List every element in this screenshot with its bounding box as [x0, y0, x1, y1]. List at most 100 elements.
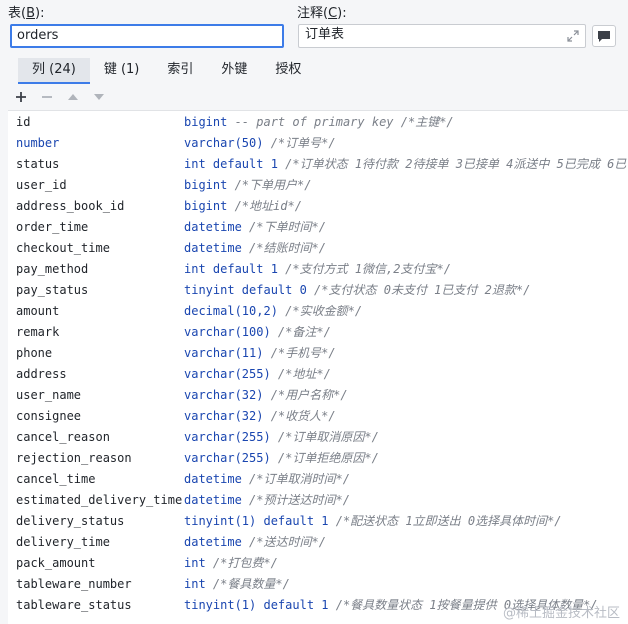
- column-comment: /*收货人*/: [263, 409, 336, 423]
- column-name: tableware_number: [16, 577, 132, 591]
- column-name: pack_amount: [16, 556, 96, 570]
- remove-icon: [42, 96, 52, 98]
- column-comment: /*订单取消时间*/: [241, 472, 350, 486]
- column-type: datetime: [184, 535, 242, 549]
- column-type: varchar(255): [184, 430, 271, 444]
- move-down-icon: [94, 94, 104, 100]
- column-type: bigint: [184, 178, 228, 192]
- column-comment: /*主键*/: [393, 115, 454, 129]
- column-type: tinyint(1) default 1: [184, 514, 329, 528]
- column-type: bigint: [184, 115, 228, 129]
- column-comment: /*支付方式 1微信,2支付宝*/: [277, 262, 451, 276]
- move-up-button[interactable]: [60, 86, 86, 108]
- table-name-value: orders: [17, 28, 59, 43]
- column-type: tinyint default 0: [184, 283, 307, 297]
- column-type: tinyint(1) default 1: [184, 598, 329, 612]
- column-comment: /*订单拒绝原因*/: [270, 451, 379, 465]
- column-definition: datetime /*结账时间*/: [184, 238, 326, 259]
- column-type: varchar(255): [184, 367, 271, 381]
- column-definition: varchar(32) /*收货人*/: [184, 406, 336, 427]
- column-type: varchar(32): [184, 409, 264, 423]
- column-definition: decimal(10,2) /*实收金额*/: [184, 301, 362, 322]
- column-type: datetime: [184, 220, 242, 234]
- column-comment: /*配送状态 1立即送出 0选择具体时间*/: [328, 514, 562, 528]
- column-type: int: [184, 556, 206, 570]
- add-icon: [16, 92, 26, 102]
- column-type: int default 1: [184, 157, 278, 171]
- column-name: id: [16, 115, 31, 129]
- column-name: cancel_reason: [16, 430, 110, 444]
- column-type: int default 1: [184, 262, 278, 276]
- column-comment: /*下单时间*/: [241, 220, 326, 234]
- column-comment: /*用户名称*/: [263, 388, 348, 402]
- column-name: remark: [16, 325, 60, 339]
- column-toolbar: [8, 86, 112, 108]
- column-comment: /*手机号*/: [263, 346, 336, 360]
- column-comment: /*下单用户*/: [227, 178, 312, 192]
- expand-icon[interactable]: [567, 30, 579, 42]
- column-definition: datetime /*订单取消时间*/: [184, 469, 350, 490]
- column-type: datetime: [184, 241, 242, 255]
- column-comment: /*订单号*/: [263, 136, 336, 150]
- column-name: address_book_id: [16, 199, 125, 213]
- column-comment: /*订单取消原因*/: [270, 430, 379, 444]
- column-definition: bigint /*地址id*/: [184, 196, 302, 217]
- column-comment: /*打包费*/: [205, 556, 278, 570]
- column-definition: varchar(11) /*手机号*/: [184, 343, 336, 364]
- chat-icon: [598, 31, 610, 42]
- column-comment: /*送达时间*/: [241, 535, 326, 549]
- watermark: @稀土掘金技术社区: [502, 606, 620, 621]
- tab-3[interactable]: 外键: [207, 58, 261, 84]
- column-definition: varchar(255) /*订单拒绝原因*/: [184, 448, 379, 469]
- table-name-label: 表(B):: [8, 6, 45, 21]
- column-name: phone: [16, 346, 53, 360]
- column-name: delivery_status: [16, 514, 125, 528]
- column-comment: /*地址*/: [270, 367, 331, 381]
- column-definition: varchar(255) /*订单取消原因*/: [184, 427, 379, 448]
- column-extra: -- part of primary key: [227, 115, 394, 129]
- tab-bar: 列 (24) 键 (1) 索引 外键 授权: [18, 58, 315, 84]
- column-comment: /*支付状态 0未支付 1已支付 2退款*/: [306, 283, 531, 297]
- move-up-icon: [68, 94, 78, 100]
- column-type: varchar(32): [184, 388, 264, 402]
- column-definition: int default 1 /*订单状态 1待付款 2待接单 3已接单 4派送中…: [184, 154, 626, 175]
- add-button[interactable]: [8, 86, 34, 108]
- column-name: consignee: [16, 409, 82, 423]
- column-name: estimated_delivery_time: [16, 493, 183, 507]
- comment-input[interactable]: 订单表: [298, 24, 586, 48]
- column-definition: bigint /*下单用户*/: [184, 175, 311, 196]
- tab-1[interactable]: 键 (1): [90, 58, 154, 84]
- column-definition: tinyint(1) default 1 /*配送状态 1立即送出 0选择具体时…: [184, 511, 562, 532]
- column-definition: varchar(50) /*订单号*/: [184, 133, 336, 154]
- column-name: delivery_time: [16, 535, 110, 549]
- column-name: user_name: [16, 388, 82, 402]
- column-comment: /*备注*/: [270, 325, 331, 339]
- column-comment: /*结账时间*/: [241, 241, 326, 255]
- table-name-input[interactable]: orders: [10, 24, 284, 48]
- column-type: int: [184, 577, 206, 591]
- column-comment: /*餐具数量*/: [205, 577, 290, 591]
- column-definition: varchar(255) /*地址*/: [184, 364, 331, 385]
- remove-button[interactable]: [34, 86, 60, 108]
- column-comment: /*订单状态 1待付款 2待接单 3已接单 4派送中 5已完成 6已: [277, 157, 627, 171]
- column-name: status: [16, 157, 60, 171]
- column-list[interactable]: id bigint -- part of primary key /*主键*/ nu…: [8, 110, 628, 624]
- column-name: number: [16, 136, 60, 150]
- tab-4[interactable]: 授权: [261, 58, 315, 84]
- comment-editor-button[interactable]: [592, 25, 616, 47]
- column-type: varchar(11): [184, 346, 264, 360]
- column-name: tableware_status: [16, 598, 132, 612]
- tab-0[interactable]: 列 (24): [18, 58, 90, 84]
- column-definition: varchar(100) /*备注*/: [184, 322, 331, 343]
- column-name: order_time: [16, 220, 89, 234]
- move-down-button[interactable]: [86, 86, 112, 108]
- column-definition: int default 1 /*支付方式 1微信,2支付宝*/: [184, 259, 451, 280]
- column-name: checkout_time: [16, 241, 110, 255]
- column-definition: datetime /*下单时间*/: [184, 217, 326, 238]
- column-definition: tinyint default 0 /*支付状态 0未支付 1已支付 2退款*/: [184, 280, 530, 301]
- column-type: varchar(50): [184, 136, 264, 150]
- tab-2[interactable]: 索引: [153, 58, 207, 84]
- column-name: amount: [16, 304, 60, 318]
- column-definition: int /*餐具数量*/: [184, 574, 290, 595]
- column-name: rejection_reason: [16, 451, 132, 465]
